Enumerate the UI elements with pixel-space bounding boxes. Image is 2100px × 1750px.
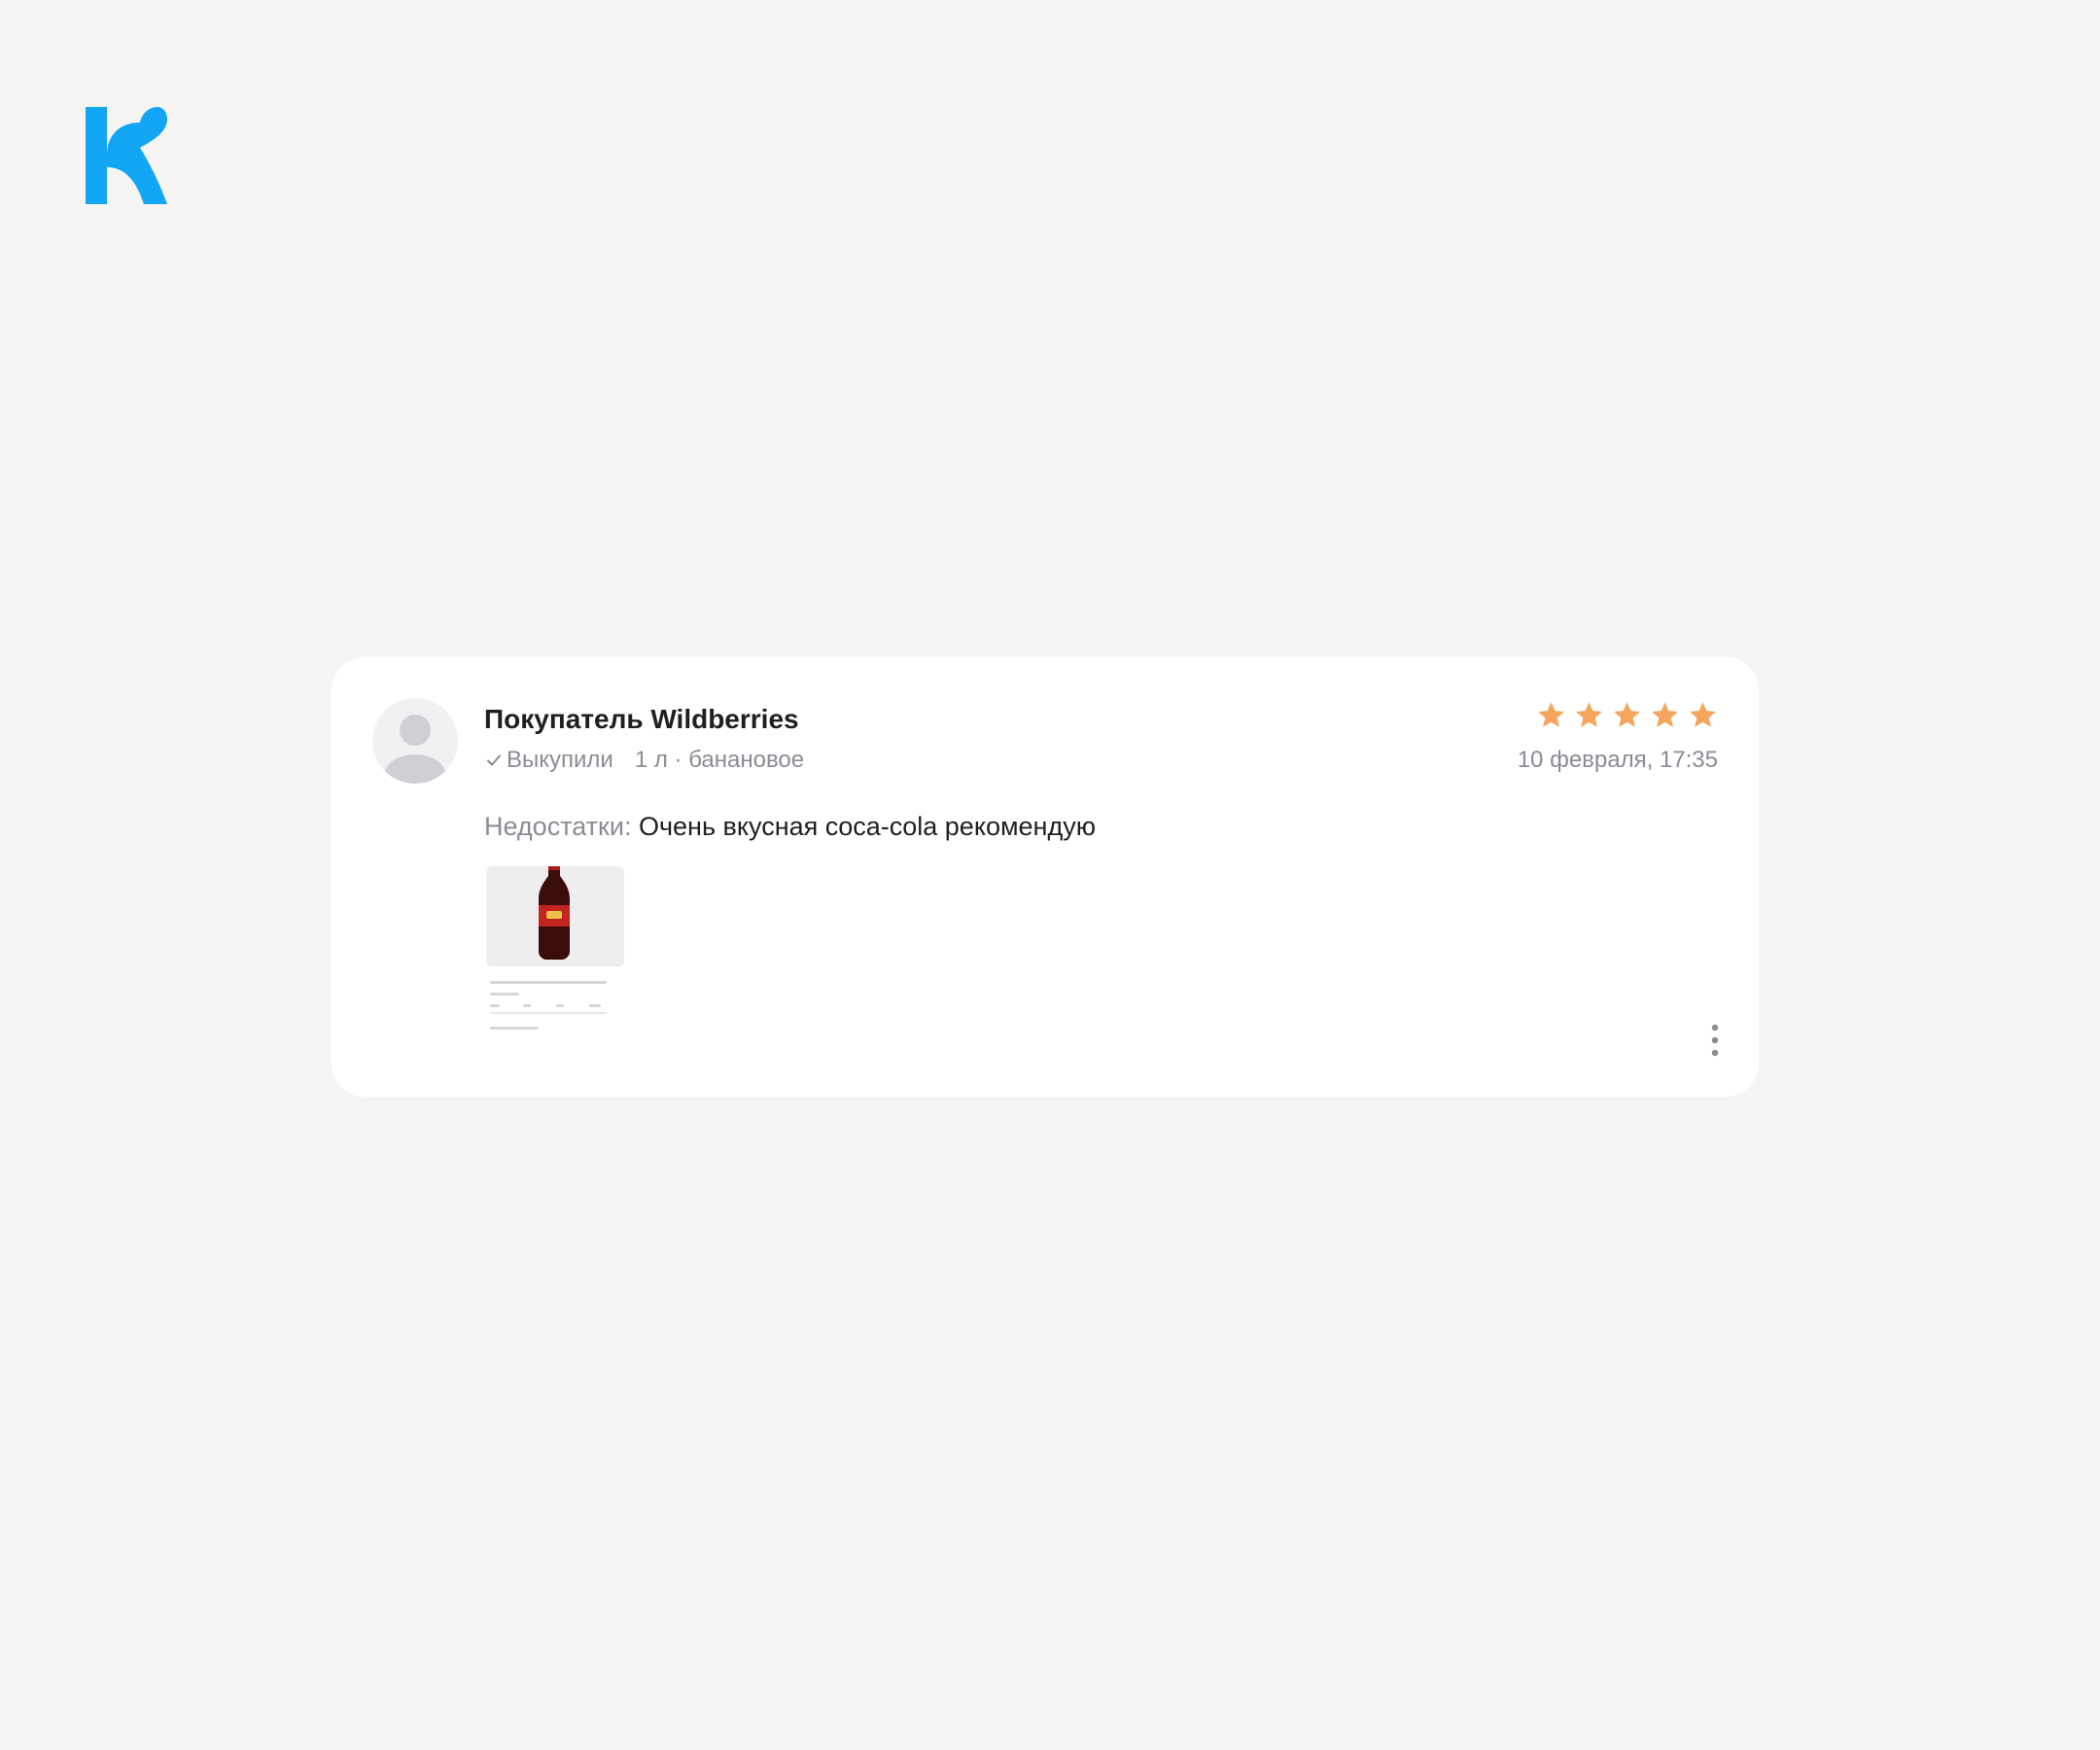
review-date: 10 февраля, 17:35: [1517, 747, 1718, 773]
photo-caption-line: [490, 981, 607, 984]
rating-stars: [1536, 700, 1718, 730]
photo-caption-line: [490, 1027, 539, 1030]
photo-caption-line: [589, 1004, 601, 1007]
photo-caption-line: [556, 1004, 564, 1007]
star-icon: [1576, 702, 1602, 727]
star-icon: [1690, 702, 1716, 727]
photo-caption-line: [490, 1012, 607, 1014]
review-label: Недостатки:: [484, 812, 632, 841]
photo-caption-line: [490, 993, 519, 996]
more-options-icon[interactable]: [1710, 1023, 1720, 1058]
review-photo[interactable]: [486, 866, 624, 1049]
check-icon: [487, 754, 501, 766]
review-card: Покупатель Wildberries Выкупили 1 л · ба…: [332, 657, 1759, 1097]
review-text: Очень вкусная coca-cola рекомендую: [638, 812, 1096, 841]
user-placeholder-icon: [384, 715, 446, 784]
review-body: Недостатки: Очень вкусная coca-cola реко…: [484, 812, 1096, 842]
star-icon: [1652, 702, 1678, 727]
author-name: Покупатель Wildberries: [484, 704, 799, 734]
avatar[interactable]: [372, 698, 458, 784]
photo-caption-line: [523, 1004, 531, 1007]
purchase-status: Выкупили: [507, 747, 613, 773]
photo-caption-line: [490, 1004, 500, 1007]
product-variant: 1 л · банановое: [634, 747, 805, 773]
star-icon: [1614, 702, 1640, 727]
review-meta: Выкупили 1 л · банановое: [485, 747, 804, 774]
star-icon: [1538, 702, 1564, 727]
k-logo-icon: [86, 107, 167, 204]
cola-bottle-photo: [539, 866, 570, 960]
